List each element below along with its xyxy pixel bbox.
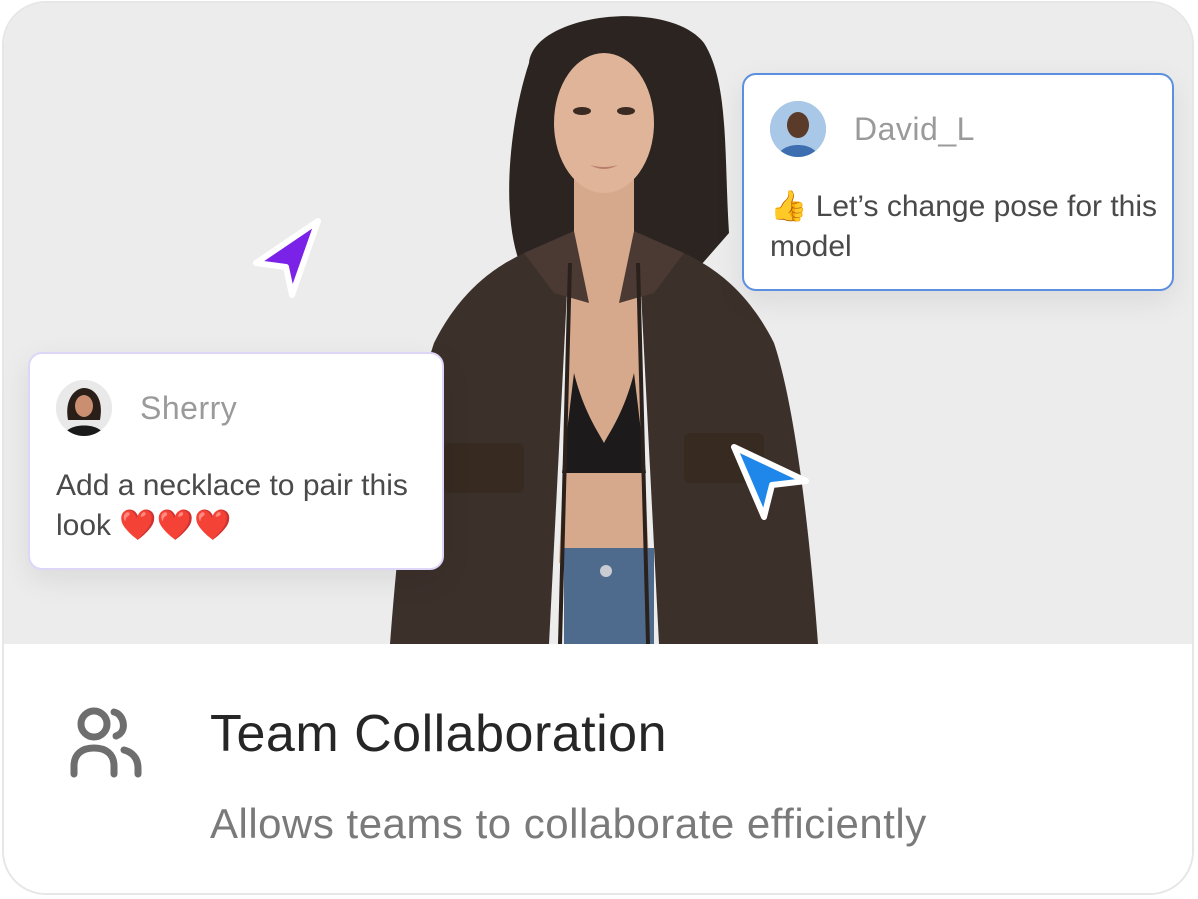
feature-description: Allows teams to collaborate efficiently	[210, 800, 927, 847]
blue-pointer-icon	[731, 444, 809, 520]
comment-message: 👍 Let’s change pose for this model	[770, 190, 1158, 263]
purple-pointer-icon	[253, 218, 321, 298]
avatar-david	[770, 101, 826, 157]
comment-card-sherry[interactable]: Sherry Add a necklace to pair this look …	[28, 352, 444, 570]
comment-author: David_L	[854, 111, 975, 147]
comment-card-david[interactable]: David_L 👍 Let’s change pose for this mod…	[742, 73, 1174, 291]
feature-title: Team Collaboration	[210, 705, 668, 763]
team-users-icon	[70, 707, 142, 778]
avatar-sherry	[56, 380, 112, 436]
feature-footer: Team Collaboration Allows teams to colla…	[4, 644, 1192, 893]
hero-image-area: David_L 👍 Let’s change pose for this mod…	[4, 3, 1192, 644]
comment-author: Sherry	[140, 390, 238, 426]
feature-card: David_L 👍 Let’s change pose for this mod…	[2, 1, 1194, 895]
comment-message: Add a necklace to pair this look ❤️❤️❤️	[56, 469, 408, 542]
